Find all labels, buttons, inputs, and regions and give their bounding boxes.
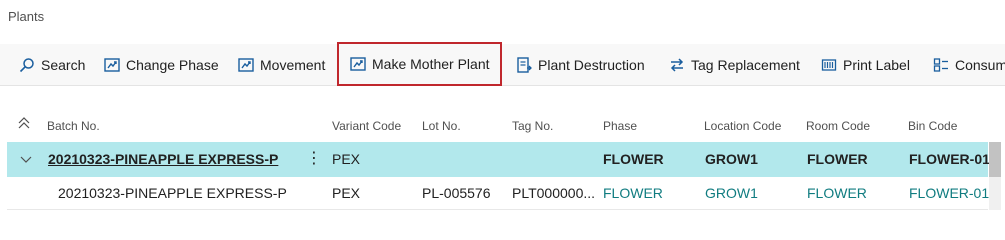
tag-replacement-button[interactable]: Tag Replacement xyxy=(668,44,800,86)
print-label-icon xyxy=(820,56,838,74)
chevron-down-icon[interactable] xyxy=(20,152,32,168)
print-label-button[interactable]: Print Label xyxy=(820,44,910,86)
page-title: Plants xyxy=(8,9,45,24)
search-label: Search xyxy=(41,57,86,73)
search-button[interactable]: Search xyxy=(18,44,85,86)
action-bar: Search Change Phase Movement Make Mother… xyxy=(0,42,1005,86)
change-phase-icon xyxy=(103,56,121,74)
consumption-label: Consum xyxy=(955,57,1005,73)
column-header-lot-no[interactable]: Lot No. xyxy=(422,119,461,133)
bin-code-link[interactable]: FLOWER-01 xyxy=(909,185,989,201)
column-header-tag-no[interactable]: Tag No. xyxy=(512,119,553,133)
column-header-room-code[interactable]: Room Code xyxy=(806,119,870,133)
consumption-button[interactable]: Consum xyxy=(932,44,1005,86)
column-header-variant-code[interactable]: Variant Code xyxy=(332,119,401,133)
batch-no-cell: 20210323-PINEAPPLE EXPRESS-P xyxy=(58,185,287,201)
search-icon xyxy=(18,56,36,74)
plant-destruction-button[interactable]: Plant Destruction xyxy=(515,44,645,86)
movement-icon xyxy=(237,56,255,74)
scrollbar-thumb[interactable] xyxy=(989,142,1001,177)
collapse-all-icon[interactable] xyxy=(18,117,30,132)
lot-no-cell: PL-005576 xyxy=(422,185,491,201)
print-label-label: Print Label xyxy=(843,57,910,73)
variant-code-cell: PEX xyxy=(332,185,361,201)
consumption-icon xyxy=(932,56,950,74)
column-header-phase[interactable]: Phase xyxy=(603,119,637,133)
column-header-bin-code[interactable]: Bin Code xyxy=(908,119,957,133)
batch-no-cell[interactable]: 20210323-PINEAPPLE EXPRESS-P xyxy=(48,151,278,167)
variant-code-cell: PEX xyxy=(332,151,361,167)
bin-code-cell: FLOWER-01 xyxy=(909,151,990,167)
make-mother-plant-icon xyxy=(349,55,367,73)
location-code-cell: GROW1 xyxy=(705,151,758,167)
movement-label: Movement xyxy=(260,57,326,73)
plant-destruction-label: Plant Destruction xyxy=(538,57,645,73)
location-code-link[interactable]: GROW1 xyxy=(705,185,758,201)
phase-cell: FLOWER xyxy=(603,151,664,167)
make-mother-plant-button[interactable]: Make Mother Plant xyxy=(337,42,502,86)
movement-button[interactable]: Movement xyxy=(237,44,325,86)
tag-replacement-label: Tag Replacement xyxy=(691,57,800,73)
phase-link[interactable]: FLOWER xyxy=(603,185,663,201)
change-phase-button[interactable]: Change Phase xyxy=(103,44,219,86)
row-actions-ellipsis-icon[interactable]: ⋮ xyxy=(306,148,322,168)
change-phase-label: Change Phase xyxy=(126,57,219,73)
plant-destruction-icon xyxy=(515,56,533,74)
column-header-location-code[interactable]: Location Code xyxy=(704,119,781,133)
make-mother-plant-label: Make Mother Plant xyxy=(372,56,490,72)
room-code-link[interactable]: FLOWER xyxy=(807,185,867,201)
tag-replacement-icon xyxy=(668,56,686,74)
room-code-cell: FLOWER xyxy=(807,151,868,167)
tag-no-cell: PLT000000... xyxy=(512,185,596,201)
column-header-batch-no[interactable]: Batch No. xyxy=(47,119,100,133)
